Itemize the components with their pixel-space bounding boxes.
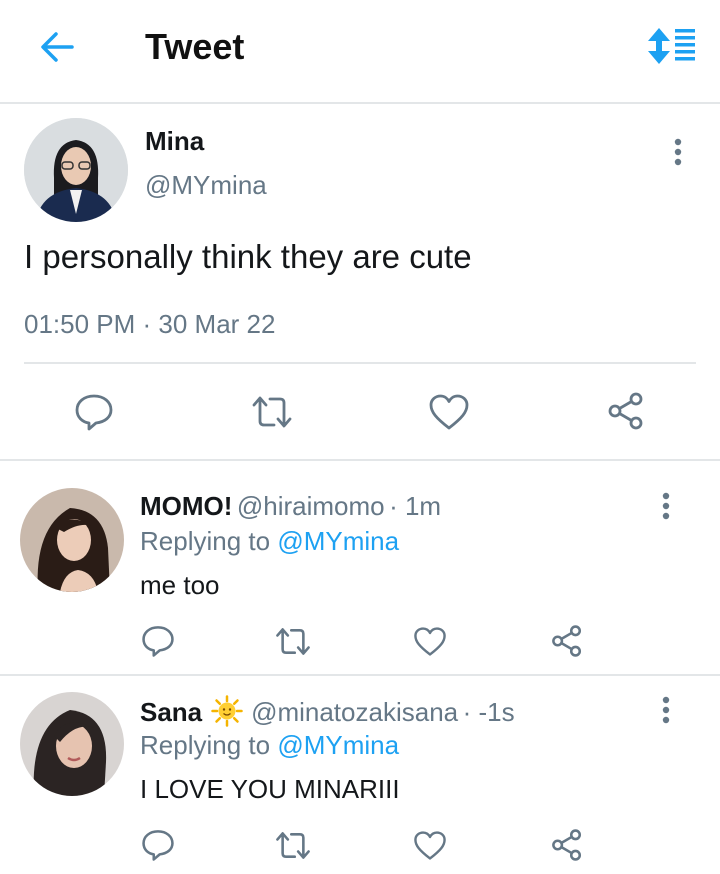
- share-icon[interactable]: [550, 828, 584, 862]
- reply-icon[interactable]: [141, 828, 175, 862]
- author-name[interactable]: MOMO!: [140, 491, 232, 521]
- author-handle[interactable]: @minatozakisana: [251, 697, 458, 727]
- reply-text: I LOVE YOU MINARIII: [140, 774, 400, 804]
- share-icon[interactable]: [550, 624, 584, 658]
- mention-link[interactable]: @MYmina: [277, 526, 399, 556]
- reply-header: MOMO! @hiraimomo · 1m: [140, 491, 441, 522]
- author-name[interactable]: Sana: [140, 697, 202, 727]
- reply-time: · -1s: [462, 697, 515, 727]
- page-title: Tweet: [145, 26, 245, 67]
- mention-link[interactable]: @MYmina: [277, 730, 399, 760]
- retweet-icon[interactable]: [274, 829, 312, 862]
- author-name[interactable]: Mina: [145, 126, 204, 157]
- reply-icon[interactable]: [141, 624, 175, 658]
- divider: [0, 674, 720, 676]
- avatar[interactable]: [20, 488, 124, 592]
- avatar[interactable]: [20, 692, 124, 796]
- reply-icon[interactable]: [74, 392, 114, 432]
- like-icon[interactable]: [413, 626, 447, 657]
- reply-time: · 1m: [389, 491, 442, 521]
- retweet-icon[interactable]: [274, 625, 312, 658]
- avatar[interactable]: [24, 118, 128, 222]
- back-arrow-icon[interactable]: [38, 28, 76, 66]
- sun-with-face-icon: [210, 695, 243, 727]
- retweet-icon[interactable]: [250, 393, 294, 431]
- reply-header: Sana @minatozakisana · -1s: [140, 695, 515, 728]
- sort-replies-icon[interactable]: [645, 26, 697, 66]
- more-options-icon[interactable]: [656, 696, 676, 726]
- share-icon[interactable]: [606, 391, 646, 431]
- more-options-icon[interactable]: [668, 138, 688, 168]
- replying-to: Replying to @MYmina: [140, 526, 399, 557]
- more-options-icon[interactable]: [656, 492, 676, 522]
- like-icon[interactable]: [428, 393, 470, 431]
- like-icon[interactable]: [413, 830, 447, 861]
- divider: [24, 362, 696, 364]
- tweet-timestamp: 01:50 PM · 30 Mar 22: [24, 309, 276, 339]
- author-handle[interactable]: @hiraimomo: [237, 491, 385, 521]
- author-handle[interactable]: @MYmina: [145, 170, 267, 201]
- reply-text: me too: [140, 570, 220, 600]
- replying-to-label: Replying to: [140, 730, 271, 760]
- tweet-text: I personally think they are cute: [24, 238, 472, 275]
- divider: [0, 459, 720, 461]
- replying-to-label: Replying to: [140, 526, 271, 556]
- replying-to: Replying to @MYmina: [140, 730, 399, 761]
- top-app-bar: Tweet: [0, 0, 720, 104]
